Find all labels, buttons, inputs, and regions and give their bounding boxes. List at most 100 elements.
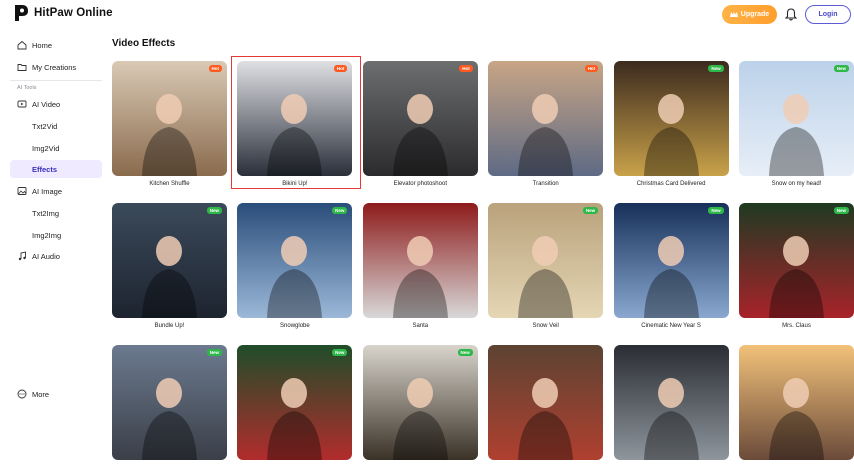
effect-card[interactable]: Hot Elevator photoshoot — [362, 61, 478, 189]
effect-thumbnail[interactable]: New — [739, 203, 854, 318]
effect-card[interactable]: New — [237, 345, 353, 473]
video-icon — [17, 100, 27, 108]
music-note-icon — [18, 251, 26, 261]
app-logo[interactable]: HitPaw Online — [13, 4, 113, 22]
effect-label: Cinematic New Year S — [641, 323, 701, 329]
sidebar-item-label: AI Video — [32, 99, 61, 109]
effect-label: Snowglobe — [280, 323, 310, 329]
sidebar-item-effects[interactable]: Effects — [10, 160, 102, 178]
status-badge: New — [582, 207, 599, 214]
effect-label: Bundle Up! — [154, 323, 185, 329]
effect-label: Snow on my head! — [771, 181, 822, 187]
sidebar-item-label: AI Audio — [32, 251, 60, 261]
effect-card[interactable]: Hot Kitchen Shuffle — [112, 61, 227, 189]
status-badge: New — [206, 349, 222, 356]
status-badge: New — [206, 207, 222, 214]
app-name: HitPaw Online — [34, 7, 113, 19]
effect-label: Santa — [412, 323, 429, 329]
effect-card[interactable]: New Bundle Up! — [112, 203, 227, 331]
effect-card[interactable]: New Cinematic New Year S — [613, 203, 729, 331]
effect-card[interactable]: New Christmas Card Delivered — [613, 61, 729, 189]
effect-card[interactable]: New — [362, 345, 478, 473]
effect-card[interactable]: New Mrs. Claus — [739, 203, 854, 331]
status-badge: Hot — [584, 65, 599, 72]
image-icon — [17, 187, 27, 195]
top-bar: HitPaw Online Upgrade Login — [0, 0, 854, 30]
effect-card[interactable]: New Snow Veil — [488, 203, 604, 331]
status-badge: New — [332, 207, 348, 214]
effect-thumbnail[interactable]: New — [112, 203, 227, 318]
status-badge: New — [833, 65, 849, 72]
effect-card[interactable]: New — [112, 345, 227, 473]
effect-thumbnail[interactable]: New — [362, 345, 478, 460]
sidebar-item-my-creations[interactable]: My Creations — [10, 58, 102, 76]
sidebar-item-img2vid[interactable]: Img2Vid — [10, 139, 102, 157]
effect-thumbnail[interactable] — [488, 345, 604, 460]
sidebar-divider — [10, 80, 102, 81]
effect-thumbnail[interactable]: Hot — [488, 61, 604, 176]
effect-thumbnail[interactable]: Hot — [362, 61, 478, 176]
effect-card[interactable] — [739, 345, 854, 473]
more-icon — [17, 389, 27, 399]
effect-thumbnail[interactable]: Hot — [112, 61, 227, 176]
login-button[interactable]: Login — [805, 5, 851, 24]
effect-thumbnail[interactable] — [739, 345, 854, 460]
effect-label: Snow Veil — [532, 323, 559, 329]
effect-thumbnail[interactable]: New — [237, 345, 353, 460]
effect-label: Mrs. Claus — [782, 323, 811, 329]
status-badge: Hot — [333, 65, 348, 72]
effect-card[interactable]: Hot Transition — [488, 61, 604, 189]
sidebar-item-more[interactable]: More — [10, 385, 102, 403]
effect-label: Bikini Up! — [282, 181, 308, 187]
status-badge: New — [457, 349, 473, 356]
page-title: Video Effects — [112, 38, 176, 49]
upgrade-label: Upgrade — [740, 11, 770, 18]
sidebar-item-ai-image[interactable]: AI Image — [10, 182, 102, 200]
effect-thumbnail[interactable]: New — [488, 203, 604, 318]
effect-label — [739, 465, 854, 473]
sidebar-item-label: AI Image — [32, 186, 63, 196]
sidebar-item-home[interactable]: Home — [10, 36, 102, 54]
effect-label — [112, 465, 227, 473]
sidebar-item-label: More — [32, 389, 50, 399]
upgrade-button[interactable]: Upgrade — [722, 5, 777, 24]
effect-thumbnail[interactable] — [613, 345, 729, 460]
sidebar-item-label: Home — [32, 40, 53, 50]
effect-label — [488, 465, 603, 473]
effect-thumbnail[interactable]: Hot — [237, 61, 353, 176]
effect-label — [363, 465, 478, 473]
effect-label: Christmas Card Delivered — [636, 181, 706, 187]
home-icon — [17, 40, 27, 50]
sidebar: Home My Creations AI Tools AI Video Txt2… — [0, 30, 108, 414]
sidebar-item-img2img[interactable]: Img2Img — [10, 226, 102, 244]
bell-icon[interactable] — [785, 8, 797, 21]
status-badge: New — [708, 65, 724, 72]
folder-icon — [17, 64, 27, 71]
effect-thumbnail[interactable]: New — [613, 61, 729, 176]
sidebar-item-txt2vid[interactable]: Txt2Vid — [10, 117, 102, 135]
status-badge: New — [708, 207, 724, 214]
status-badge: New — [833, 207, 849, 214]
effect-thumbnail[interactable] — [362, 203, 478, 318]
hitpaw-logo-icon — [15, 5, 28, 21]
section-label-ai-tools: AI Tools — [17, 85, 37, 91]
sidebar-item-label: My Creations — [32, 62, 77, 72]
effect-label: Transition — [532, 181, 559, 187]
effect-card[interactable]: New Snow on my head! — [739, 61, 854, 189]
status-badge: Hot — [459, 65, 473, 72]
crown-icon — [729, 11, 738, 17]
effect-thumbnail[interactable]: New — [112, 345, 227, 460]
sidebar-item-ai-video[interactable]: AI Video — [10, 95, 102, 113]
sidebar-item-ai-audio[interactable]: AI Audio — [10, 247, 102, 265]
effect-card[interactable]: Hot Bikini Up! — [237, 61, 353, 189]
effect-card[interactable] — [613, 345, 729, 473]
effect-thumbnail[interactable]: New — [739, 61, 854, 176]
effect-card[interactable] — [488, 345, 604, 473]
effect-label: Elevator photoshoot — [393, 181, 447, 187]
effect-thumbnail[interactable]: New — [613, 203, 729, 318]
effect-thumbnail[interactable]: New — [237, 203, 353, 318]
effect-label — [237, 465, 352, 473]
effect-card[interactable]: Santa — [362, 203, 478, 331]
sidebar-item-txt2img[interactable]: Txt2Img — [10, 204, 102, 222]
effect-card[interactable]: New Snowglobe — [237, 203, 353, 331]
